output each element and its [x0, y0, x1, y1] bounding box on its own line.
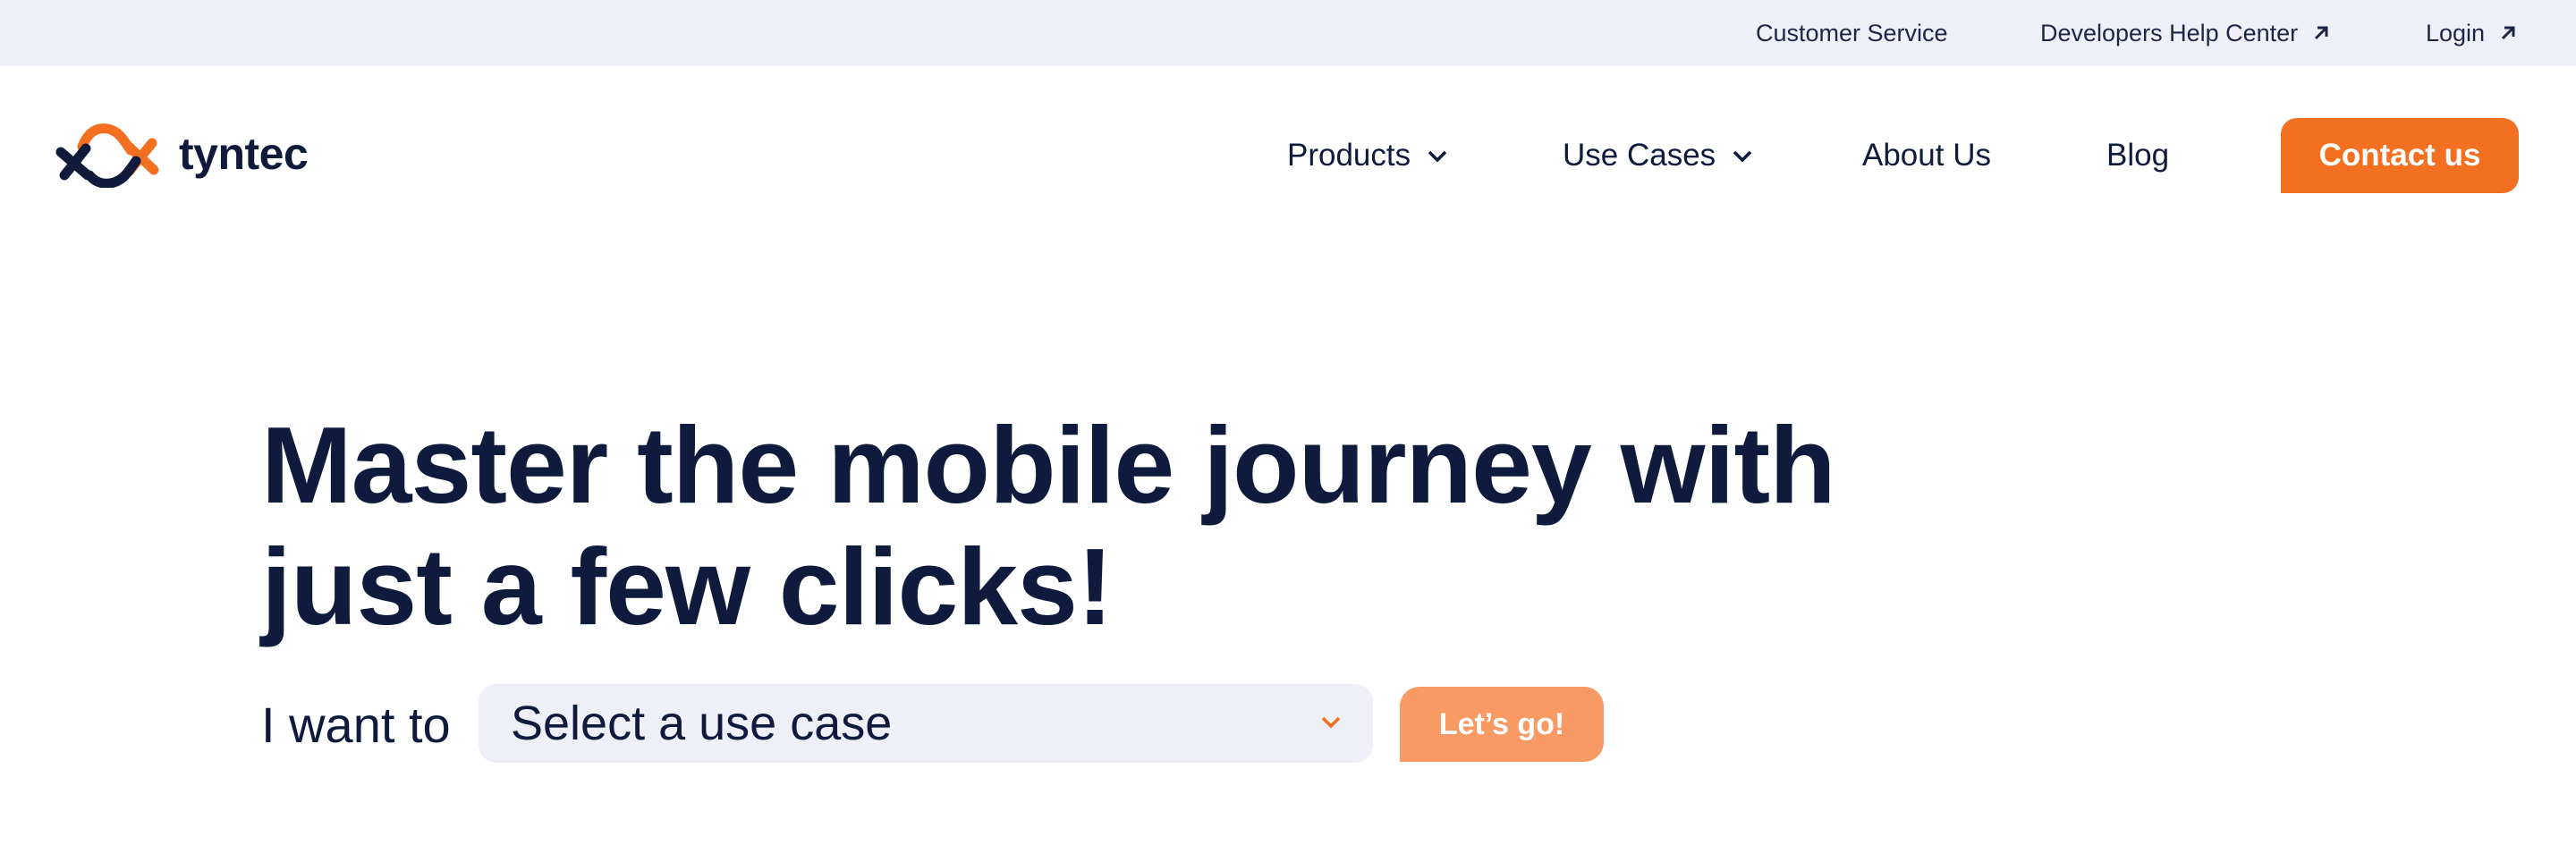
nav-use-cases[interactable]: Use Cases [1563, 129, 1753, 182]
use-case-select-value: Select a use case [511, 697, 893, 750]
utility-bar: Customer Service Developers Help Center … [0, 0, 2576, 66]
nav-products[interactable]: Products [1287, 129, 1448, 182]
developers-help-center-label: Developers Help Center [2040, 19, 2299, 46]
nav-products-label: Products [1287, 138, 1411, 173]
brand-wordmark: tyntec [179, 129, 309, 179]
login-label: Login [2426, 19, 2486, 46]
hero-title: Master the mobile journey with just a fe… [261, 404, 1871, 647]
developers-help-center-link[interactable]: Developers Help Center [2040, 0, 2330, 66]
lets-go-button[interactable]: Let’s go! [1400, 687, 1604, 762]
arrow-up-right-icon [2502, 26, 2515, 40]
tyntec-logo[interactable]: tyntec [55, 120, 309, 188]
contact-us-button[interactable]: Contact us [2281, 118, 2519, 193]
customer-service-link[interactable]: Customer Service [1756, 0, 1948, 66]
chevron-down-icon [1733, 150, 1752, 163]
hero-title-line-2: just a few clicks! [261, 526, 1114, 647]
hero-title-line-1: Master the mobile journey with [261, 404, 1836, 526]
use-case-select[interactable]: Select a use case [479, 684, 1373, 763]
arrow-up-right-icon [2315, 26, 2328, 40]
login-link[interactable]: Login [2426, 0, 2517, 66]
nav-use-cases-label: Use Cases [1563, 138, 1716, 173]
chevron-down-icon [1428, 150, 1447, 163]
nav-blog[interactable]: Blog [2106, 129, 2169, 182]
tyntec-logo-icon [55, 123, 159, 188]
i-want-to-label: I want to [261, 696, 451, 753]
nav-about-us[interactable]: About Us [1862, 129, 1991, 182]
chevron-down-icon [1321, 716, 1341, 729]
customer-service-label: Customer Service [1756, 19, 1948, 46]
nav-about-us-label: About Us [1862, 138, 1991, 173]
nav-blog-label: Blog [2106, 138, 2170, 173]
